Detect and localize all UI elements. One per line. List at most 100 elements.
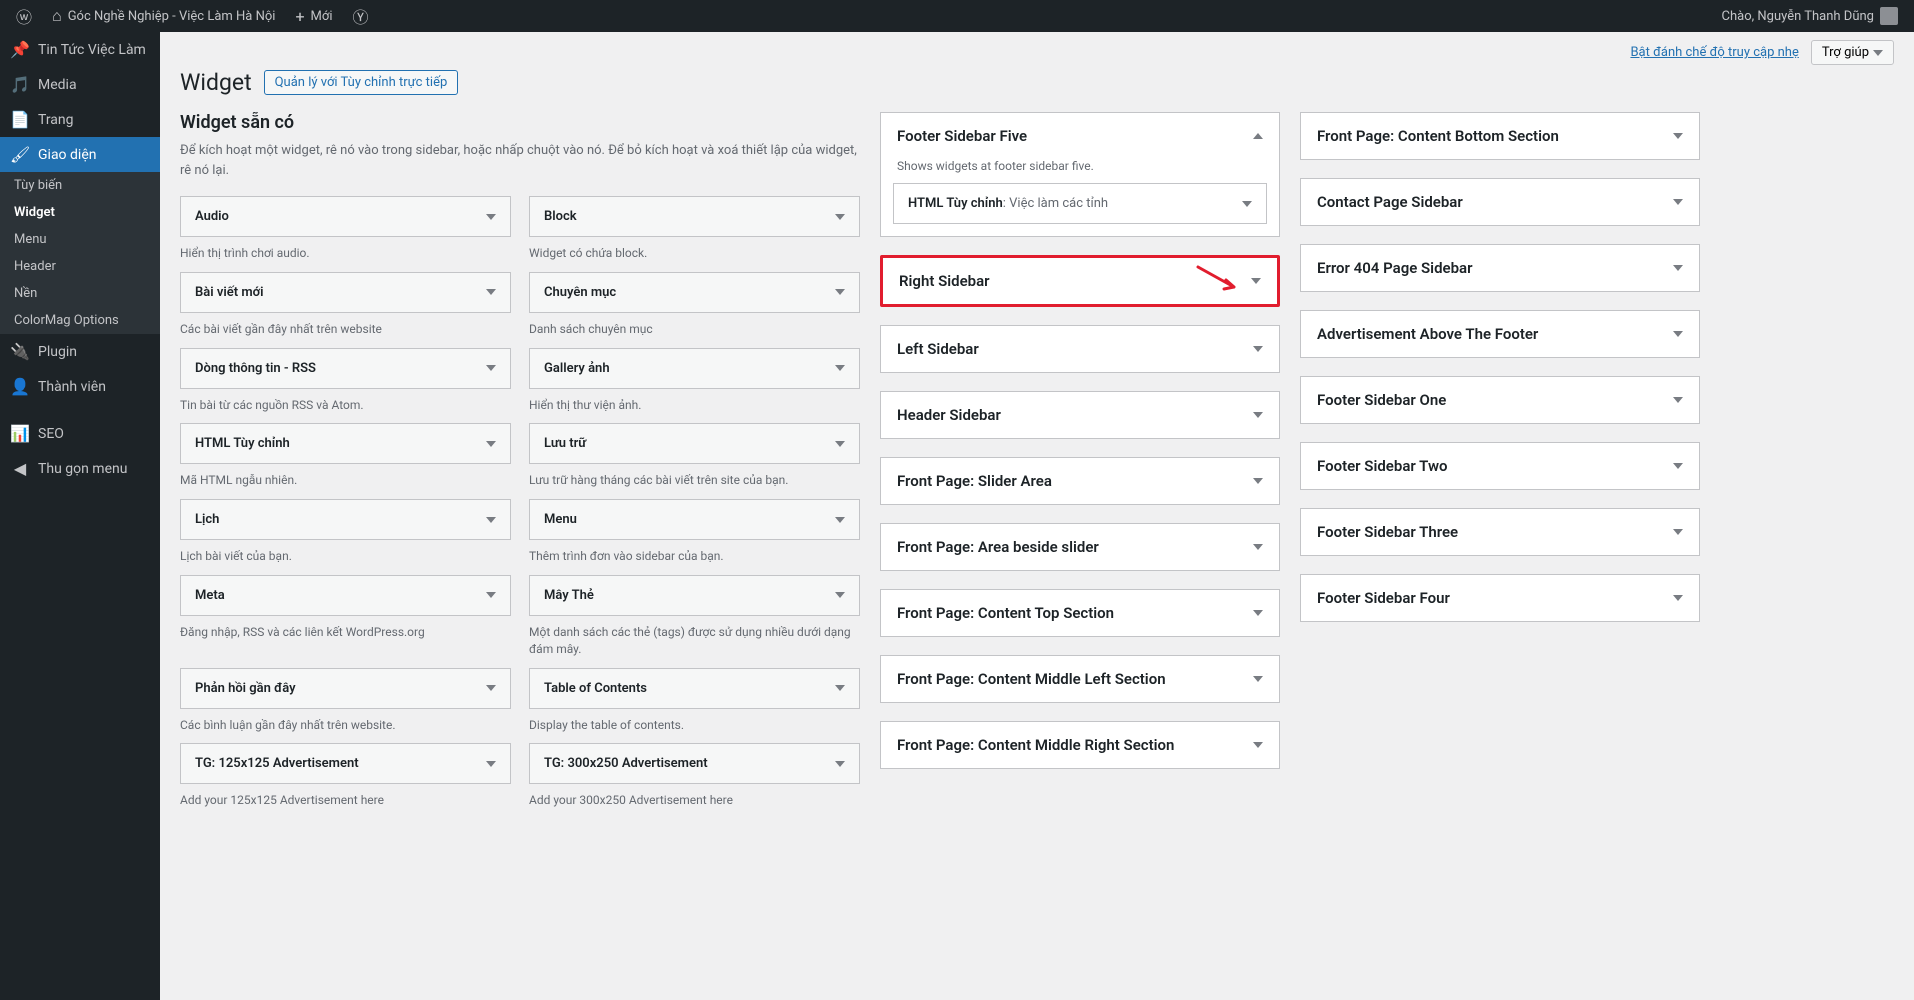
media-icon: 🎵 xyxy=(10,75,30,94)
available-widget[interactable]: Gallery ảnh xyxy=(529,348,860,389)
admin-sidebar: 📌Tin Tức Việc Làm 🎵Media 📄Trang 🖌Giao di… xyxy=(0,32,160,1000)
chevron-down-icon xyxy=(486,761,496,767)
menu-media[interactable]: 🎵Media xyxy=(0,67,160,102)
available-widget[interactable]: Dòng thông tin - RSS xyxy=(180,348,511,389)
chevron-down-icon xyxy=(1673,265,1683,271)
sidebar-area-header[interactable]: Front Page: Content Bottom Section xyxy=(1301,113,1699,159)
chevron-down-icon xyxy=(486,289,496,295)
available-widget[interactable]: Lịch xyxy=(180,499,511,540)
submenu-widget[interactable]: Widget xyxy=(0,199,160,226)
available-widget[interactable]: Chuyên mục xyxy=(529,272,860,313)
sidebar-area: Front Page: Slider Area xyxy=(880,457,1280,505)
menu-appearance[interactable]: 🖌Giao diện xyxy=(0,137,160,172)
menu-label: SEO xyxy=(38,426,64,442)
widget-title: Audio xyxy=(195,209,229,224)
sidebar-area-header[interactable]: Front Page: Content Top Section xyxy=(881,590,1279,636)
sidebar-area-title: Contact Page Sidebar xyxy=(1317,193,1463,211)
sidebar-area-header[interactable]: Footer Sidebar Five xyxy=(881,113,1279,159)
sidebar-area-header[interactable]: Footer Sidebar Three xyxy=(1301,509,1699,555)
customize-button[interactable]: Quản lý với Tùy chỉnh trực tiếp xyxy=(264,70,459,95)
sidebar-area-title: Header Sidebar xyxy=(897,406,1001,424)
menu-news[interactable]: 📌Tin Tức Việc Làm xyxy=(0,32,160,67)
appearance-submenu: Tùy biến Widget Menu Header Nền ColorMag… xyxy=(0,172,160,334)
menu-pages[interactable]: 📄Trang xyxy=(0,102,160,137)
menu-users[interactable]: 👤Thành viên xyxy=(0,369,160,404)
available-widget[interactable]: Phản hồi gần đây xyxy=(180,668,511,709)
available-widget[interactable]: Lưu trữ xyxy=(529,423,860,464)
new-content[interactable]: +Mới xyxy=(287,0,340,32)
chevron-down-icon xyxy=(1253,676,1263,682)
chevron-down-icon xyxy=(835,441,845,447)
sidebar-area-header[interactable]: Front Page: Content Middle Left Section xyxy=(881,656,1279,702)
widget-desc: Các bài viết gần đây nhất trên website xyxy=(180,321,511,338)
available-widget[interactable]: Meta xyxy=(180,575,511,616)
widget-desc: Hiển thị thư viện ảnh. xyxy=(529,397,860,414)
widget-item-html[interactable]: HTML Tùy chỉnh: Việc làm các tỉnh xyxy=(893,183,1267,224)
widget-title: TG: 125x125 Advertisement xyxy=(195,756,359,771)
menu-seo[interactable]: 📊 SEO xyxy=(0,416,160,451)
menu-collapse[interactable]: ◀Thu gọn menu xyxy=(0,451,160,486)
available-widget[interactable]: Bài viết mới xyxy=(180,272,511,313)
widget-title: Lưu trữ xyxy=(544,436,586,451)
sidebar-area-header[interactable]: Footer Sidebar One xyxy=(1301,377,1699,423)
sidebar-area-header[interactable]: Advertisement Above The Footer xyxy=(1301,311,1699,357)
sidebar-area-header[interactable]: Footer Sidebar Four xyxy=(1301,575,1699,621)
sidebar-area-header[interactable]: Front Page: Slider Area xyxy=(881,458,1279,504)
sidebar-area-title: Front Page: Content Middle Left Section xyxy=(897,670,1166,688)
sidebar-area: Contact Page Sidebar xyxy=(1300,178,1700,226)
sidebar-area-header[interactable]: Footer Sidebar Two xyxy=(1301,443,1699,489)
sidebar-area-header[interactable]: Right Sidebar xyxy=(883,258,1277,304)
yoast-icon: Ⓨ xyxy=(352,4,368,28)
sidebar-area-header[interactable]: Error 404 Page Sidebar xyxy=(1301,245,1699,291)
sidebar-area-header[interactable]: Front Page: Content Middle Right Section xyxy=(881,722,1279,768)
site-link[interactable]: ⌂Góc Nghề Nghiệp - Việc Làm Hà Nội xyxy=(44,0,283,32)
sidebar-area-header[interactable]: Left Sidebar xyxy=(881,326,1279,372)
sidebar-area-header[interactable]: Contact Page Sidebar xyxy=(1301,179,1699,225)
chevron-down-icon xyxy=(835,365,845,371)
sidebar-area-header[interactable]: Header Sidebar xyxy=(881,392,1279,438)
available-widget[interactable]: HTML Tùy chỉnh xyxy=(180,423,511,464)
menu-plugins[interactable]: 🔌Plugin xyxy=(0,334,160,369)
widget-desc: Danh sách chuyên mục xyxy=(529,321,860,338)
sidebar-area: Left Sidebar xyxy=(880,325,1280,373)
chevron-down-icon xyxy=(1673,463,1683,469)
accessibility-link[interactable]: Bật đánh chế độ truy cập nhẹ xyxy=(1630,45,1798,60)
yoast-link[interactable]: Ⓨ xyxy=(344,0,376,32)
available-widget[interactable]: Audio xyxy=(180,196,511,237)
sidebar-area-title: Footer Sidebar Four xyxy=(1317,589,1450,607)
available-widget[interactable]: Table of Contents xyxy=(529,668,860,709)
chevron-down-icon xyxy=(835,761,845,767)
submenu-menu[interactable]: Menu xyxy=(0,226,160,253)
brush-icon: 🖌 xyxy=(10,145,30,164)
widget-desc: Display the table of contents. xyxy=(529,717,860,734)
wp-logo[interactable]: ⓦ xyxy=(8,0,40,32)
site-name: Góc Nghề Nghiệp - Việc Làm Hà Nội xyxy=(68,9,276,24)
sidebar-area: Front Page: Area beside slider xyxy=(880,523,1280,571)
submenu-customize[interactable]: Tùy biến xyxy=(0,172,160,199)
available-widget[interactable]: TG: 300x250 Advertisement xyxy=(529,743,860,784)
available-widget[interactable]: Menu xyxy=(529,499,860,540)
widget-title: Menu xyxy=(544,512,577,527)
widget-title: Dòng thông tin - RSS xyxy=(195,361,316,376)
menu-label: Thành viên xyxy=(38,379,106,395)
widget-title: Meta xyxy=(195,588,225,603)
submenu-header[interactable]: Header xyxy=(0,253,160,280)
sidebar-area-header[interactable]: Front Page: Area beside slider xyxy=(881,524,1279,570)
sidebar-area: Front Page: Content Middle Right Section xyxy=(880,721,1280,769)
sidebar-area-footer-five: Footer Sidebar Five Shows widgets at foo… xyxy=(880,112,1280,237)
chevron-down-icon xyxy=(1242,201,1252,207)
chevron-down-icon xyxy=(486,592,496,598)
seo-icon: 📊 xyxy=(10,424,30,443)
help-button[interactable]: Trợ giúp xyxy=(1811,40,1894,65)
available-widget[interactable]: Mây Thẻ xyxy=(529,575,860,616)
submenu-colormag[interactable]: ColorMag Options xyxy=(0,307,160,334)
chevron-down-icon xyxy=(835,685,845,691)
chevron-down-icon xyxy=(1673,595,1683,601)
chevron-down-icon xyxy=(1253,610,1263,616)
submenu-background[interactable]: Nền xyxy=(0,280,160,307)
widget-title: Phản hồi gần đây xyxy=(195,681,296,696)
chevron-up-icon xyxy=(1253,133,1263,139)
available-widget[interactable]: TG: 125x125 Advertisement xyxy=(180,743,511,784)
account-menu[interactable]: Chào, Nguyễn Thanh Dũng xyxy=(1714,0,1906,32)
available-widget[interactable]: Block xyxy=(529,196,860,237)
